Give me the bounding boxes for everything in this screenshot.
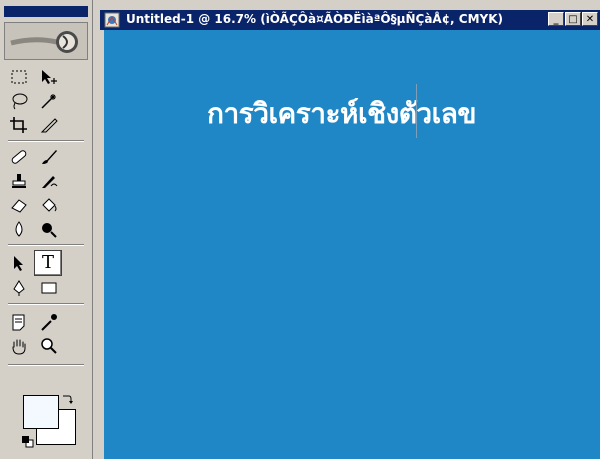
toolbox-titlebar[interactable]: [4, 6, 88, 17]
arrow-cursor-icon: [14, 256, 23, 271]
close-button[interactable]: ✕: [582, 12, 598, 26]
paint-bucket-tool[interactable]: [36, 194, 62, 216]
brush-tool[interactable]: [36, 146, 62, 168]
notes-icon: [12, 314, 25, 331]
type-tool[interactable]: T: [34, 250, 62, 276]
notes-tool[interactable]: [6, 311, 32, 333]
toolbox-divider: [8, 244, 84, 246]
blur-tool[interactable]: [6, 218, 32, 240]
text-insertion-cursor: [416, 84, 417, 138]
toolbox-divider: [8, 303, 84, 305]
eraser-icon: [11, 199, 27, 213]
lasso-tool[interactable]: [6, 90, 32, 112]
eraser-tool[interactable]: [6, 194, 32, 216]
type-icon: T: [41, 252, 54, 273]
magic-wand-icon: [41, 94, 56, 109]
paint-bucket-icon: [42, 198, 57, 212]
magic-wand-tool[interactable]: [36, 90, 62, 112]
zoom-tool[interactable]: [36, 335, 62, 357]
history-brush-tool[interactable]: [36, 170, 62, 192]
photoshop-document-icon[interactable]: [104, 12, 120, 28]
bandage-icon: [11, 150, 27, 164]
document-window: Untitled-1 @ 16.7% (ìÒÃÇÔà¤ÃÒÐËìàªÔ§µÑÇà…: [96, 0, 600, 459]
marquee-tool[interactable]: [6, 66, 32, 88]
path-selection-tool[interactable]: [6, 252, 32, 274]
minimize-button[interactable]: _: [548, 12, 564, 26]
pen-tool[interactable]: [6, 277, 32, 299]
rectangle-icon: [41, 282, 57, 294]
burn-icon: [42, 223, 57, 238]
slice-icon: [40, 118, 58, 133]
rectangle-tool[interactable]: [36, 277, 62, 299]
history-brush-icon: [42, 176, 58, 188]
default-colors-icon[interactable]: [22, 433, 34, 448]
eyedropper-icon: [41, 314, 57, 331]
adobe-online-logo[interactable]: [4, 22, 88, 60]
brush-icon: [42, 150, 57, 164]
toolbox-panel: T: [0, 0, 93, 459]
stamp-icon: [12, 174, 26, 188]
pen-icon: [13, 280, 25, 296]
magnifier-icon: [41, 338, 57, 354]
crop-icon: [10, 117, 27, 133]
hand-icon: [12, 339, 26, 355]
healing-brush-tool[interactable]: [6, 146, 32, 168]
foreground-color-swatch[interactable]: [23, 395, 59, 429]
marquee-icon: [11, 70, 27, 84]
slice-tool[interactable]: [36, 114, 62, 136]
swap-colors-icon[interactable]: [60, 392, 74, 406]
canvas-text-layer[interactable]: การวิเคราะห์เชิงตัวเลข: [207, 92, 477, 136]
toolbox-divider: [8, 364, 84, 366]
droplet-icon: [15, 221, 23, 237]
move-icon: [42, 70, 57, 84]
hand-tool[interactable]: [6, 335, 32, 357]
move-tool[interactable]: [36, 66, 62, 88]
eyedropper-tool[interactable]: [36, 311, 62, 333]
lasso-icon: [12, 93, 28, 110]
toolbox-divider: [8, 140, 84, 142]
document-title: Untitled-1 @ 16.7% (ìÒÃÇÔà¤ÃÒÐËìàªÔ§µÑÇà…: [126, 12, 504, 26]
maximize-button[interactable]: □: [565, 12, 581, 26]
crop-tool[interactable]: [6, 114, 32, 136]
clone-stamp-tool[interactable]: [6, 170, 32, 192]
document-canvas[interactable]: การวิเคราะห์เชิงตัวเลข: [104, 30, 600, 459]
burn-tool[interactable]: [36, 218, 62, 240]
